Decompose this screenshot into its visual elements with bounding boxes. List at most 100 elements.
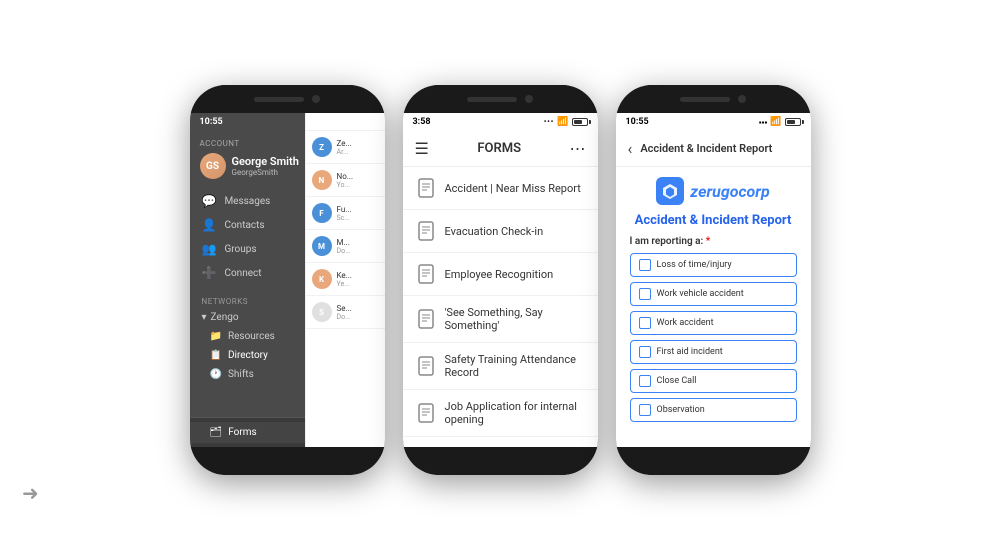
signal-icon-3: ▪▪▪	[759, 118, 768, 127]
preview-item-1[interactable]: N No... Yo...	[306, 164, 385, 197]
shifts-icon: 🕐	[210, 369, 222, 380]
form-item-0[interactable]: Accident | Near Miss Report	[403, 167, 598, 210]
preview-text-4: Ke... Ye...	[337, 271, 353, 288]
speaker	[254, 97, 304, 102]
phone-3-top	[616, 85, 811, 113]
connect-icon: ➕	[202, 266, 217, 280]
wifi-icon-2: 📶	[557, 117, 568, 127]
checkbox-loss-of-time[interactable]: Loss of time/injury	[630, 253, 797, 277]
preview-text-2: Fu... Sc...	[337, 205, 352, 222]
status-time-3: 10:55	[626, 117, 649, 127]
required-star: *	[706, 236, 711, 247]
checkbox-label-5: Observation	[657, 405, 705, 415]
form-item-5[interactable]: Job Application for internal opening	[403, 390, 598, 437]
resources-icon: 📁	[210, 331, 222, 342]
form-label-5: Job Application for internal opening	[445, 400, 584, 426]
signal-dots-icon: •••	[544, 118, 554, 126]
directory-label: Directory	[228, 350, 268, 361]
directory-icon: 📋	[210, 350, 222, 361]
form-item-2[interactable]: Employee Recognition	[403, 253, 598, 296]
camera	[312, 95, 320, 103]
hamburger-icon[interactable]: ☰	[415, 139, 429, 158]
preview-text-5: Se... Do...	[337, 304, 352, 321]
avatar-image: GS	[200, 153, 226, 179]
speaker-3	[680, 97, 730, 102]
checkbox-first-aid[interactable]: First aid incident	[630, 340, 797, 364]
phone-3-screen: 10:55 ▪▪▪ 📶 ‹ Accident & Incident Report	[616, 113, 811, 447]
checkbox-work-accident[interactable]: Work accident	[630, 311, 797, 335]
form-label-4: Safety Training Attendance Record	[445, 353, 584, 379]
wifi-icon-3: 📶	[770, 117, 781, 127]
form-item-4[interactable]: Safety Training Attendance Record	[403, 343, 598, 390]
form-doc-icon-1	[417, 220, 435, 242]
preview-item-5[interactable]: S Se... Do...	[306, 296, 385, 329]
more-options-icon[interactable]: ⋯	[570, 139, 586, 158]
form-detail-screen: 10:55 ▪▪▪ 📶 ‹ Accident & Incident Report	[616, 113, 811, 447]
user-details: George Smith GeorgeSmith	[232, 155, 299, 177]
phone-1-screen: 10:55 ▪▪▪ 📶 ACCOUNT	[190, 113, 385, 447]
checkbox-box-5[interactable]	[639, 404, 651, 416]
preview-item-0[interactable]: Z Ze... Ar...	[306, 131, 385, 164]
preview-item-3[interactable]: M M... Do...	[306, 230, 385, 263]
checkbox-box-1[interactable]	[639, 288, 651, 300]
forms-title: FORMS	[477, 141, 521, 156]
form-detail-title: Accident & Incident Report	[640, 142, 772, 155]
preview-item-4[interactable]: K Ke... Ye...	[306, 263, 385, 296]
form-item-6[interactable]: Maintenance Request	[403, 437, 598, 447]
phone-1: 10:55 ▪▪▪ 📶 ACCOUNT	[190, 85, 385, 475]
back-arrow-icon[interactable]: ‹	[628, 139, 633, 158]
form-label-1: Evacuation Check-in	[445, 225, 544, 238]
camera-2	[525, 95, 533, 103]
nav-messages-label: Messages	[224, 196, 270, 207]
network-name: Zengo	[211, 312, 239, 323]
checkbox-label-4: Close Call	[657, 376, 697, 386]
logo-icon	[656, 177, 684, 205]
preview-panel: Z Ze... Ar... N No... Yo... F	[305, 113, 385, 447]
shifts-label: Shifts	[228, 369, 254, 380]
form-doc-icon-3	[417, 308, 435, 330]
checkbox-box-3[interactable]	[639, 346, 651, 358]
phone-3-bottom	[616, 447, 811, 475]
scene: 10:55 ▪▪▪ 📶 ACCOUNT	[0, 0, 1000, 560]
phone-2-top	[403, 85, 598, 113]
checkbox-box-2[interactable]	[639, 317, 651, 329]
groups-icon: 👥	[202, 242, 217, 256]
preview-item-2[interactable]: F Fu... Sc...	[306, 197, 385, 230]
checkbox-close-call[interactable]: Close Call	[630, 369, 797, 393]
form-detail-body: zerugocorp Accident & Incident Report I …	[616, 167, 811, 447]
forms-icon: 🗂	[210, 427, 223, 438]
forms-screen: 3:58 ••• 📶 ☰ FORMS ⋯	[403, 113, 598, 447]
preview-avatar-4: K	[312, 269, 332, 289]
phone-2-screen: 3:58 ••• 📶 ☰ FORMS ⋯	[403, 113, 598, 447]
form-item-3[interactable]: 'See Something, Say Something'	[403, 296, 598, 343]
form-label-2: Employee Recognition	[445, 268, 554, 281]
chevron-down-icon: ▾	[202, 312, 207, 323]
checkbox-box-0[interactable]	[639, 259, 651, 271]
preview-text-1: No... Yo...	[337, 172, 354, 189]
avatar: GS	[200, 153, 226, 179]
form-doc-icon-4	[417, 355, 435, 377]
checkbox-label-0: Loss of time/injury	[657, 260, 732, 270]
arrow-decoration: ➜	[22, 481, 39, 505]
camera-3	[738, 95, 746, 103]
user-info: GS George Smith GeorgeSmith	[200, 153, 299, 179]
battery-icon-3	[785, 118, 801, 126]
form-label-3: 'See Something, Say Something'	[445, 306, 584, 332]
preview-avatar-0: Z	[312, 137, 332, 157]
nav-connect-label: Connect	[224, 268, 261, 279]
form-doc-icon-5	[417, 402, 435, 424]
checkbox-observation[interactable]: Observation	[630, 398, 797, 422]
user-handle: GeorgeSmith	[232, 168, 299, 177]
checkbox-box-4[interactable]	[639, 375, 651, 387]
phone-1-top	[190, 85, 385, 113]
form-item-1[interactable]: Evacuation Check-in	[403, 210, 598, 253]
checkbox-work-vehicle[interactable]: Work vehicle accident	[630, 282, 797, 306]
status-time-1: 10:55	[200, 117, 223, 127]
forms-label: Forms	[228, 427, 256, 438]
battery-icon-2	[572, 118, 588, 126]
company-logo: zerugocorp	[630, 177, 797, 205]
phone-3: 10:55 ▪▪▪ 📶 ‹ Accident & Incident Report	[616, 85, 811, 475]
form-doc-icon-0	[417, 177, 435, 199]
preview-text-0: Ze... Ar...	[337, 139, 352, 156]
forms-list: Accident | Near Miss Report Evacuation C…	[403, 167, 598, 447]
